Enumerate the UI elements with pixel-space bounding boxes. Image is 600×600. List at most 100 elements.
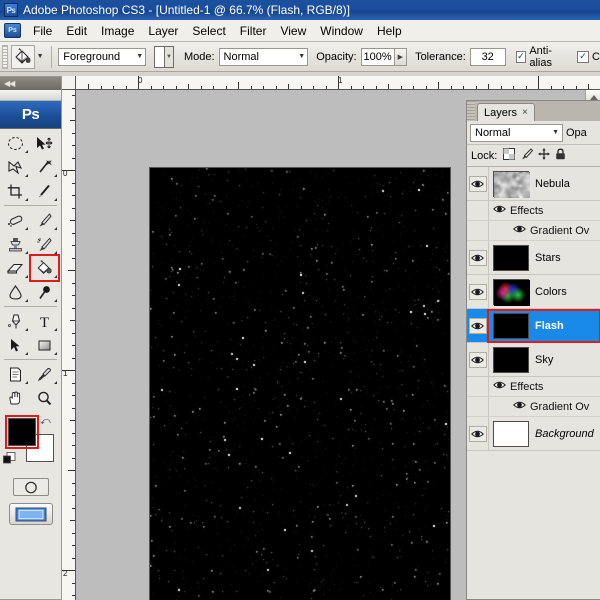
hand-tool[interactable] <box>1 386 30 410</box>
layer-row-background[interactable]: Background <box>467 417 600 451</box>
layer-row-nebula[interactable]: Nebula <box>467 167 600 201</box>
tool-more-triangle <box>25 381 28 384</box>
panel-grip[interactable] <box>467 101 475 121</box>
shape-tool[interactable] <box>30 333 59 357</box>
lasso-tool[interactable] <box>1 155 30 179</box>
layer-effects-row[interactable]: Effects <box>467 377 600 397</box>
layer-row-flash[interactable]: Flash <box>467 309 600 343</box>
blend-mode-select[interactable]: Normal ▼ <box>218 47 309 66</box>
effects-visibility-spacer <box>467 377 489 396</box>
menu-item-select[interactable]: Select <box>185 22 232 40</box>
layer-thumbnail[interactable] <box>493 278 530 306</box>
layer-thumbnail[interactable] <box>493 312 529 339</box>
layer-thumbnail[interactable] <box>493 346 529 373</box>
opacity-slider-button[interactable]: ▶ <box>394 47 408 66</box>
layer-row-colors[interactable]: Colors <box>467 275 600 309</box>
eraser-tool[interactable] <box>1 256 30 280</box>
chevron-down-icon[interactable]: ▼ <box>163 46 173 67</box>
layer-blend-mode-select[interactable]: Normal ▼ <box>470 123 563 142</box>
eye-icon[interactable] <box>493 204 506 217</box>
tool-more-triangle <box>25 328 28 331</box>
paint-bucket-tool[interactable] <box>29 254 60 282</box>
layer-visibility-toggle[interactable] <box>467 241 489 274</box>
move-tool[interactable] <box>30 131 59 155</box>
fill-source-select[interactable]: Foreground ▼ <box>58 47 147 66</box>
tolerance-input[interactable]: 32 <box>469 47 506 66</box>
slice-tool[interactable] <box>30 179 59 203</box>
horizontal-ruler[interactable]: 0 1 <box>76 76 600 90</box>
menu-item-image[interactable]: Image <box>94 22 141 40</box>
lock-position-icon[interactable] <box>538 148 550 163</box>
lock-all-icon[interactable] <box>555 148 566 163</box>
ruler-corner[interactable] <box>62 76 76 90</box>
blur-tool[interactable] <box>30 280 59 304</box>
menu-item-filter[interactable]: Filter <box>233 22 274 40</box>
marquee-tool[interactable] <box>1 131 30 155</box>
tab-layers[interactable]: Layers × <box>477 103 535 121</box>
pattern-swatch-picker[interactable]: ▼ <box>154 45 174 68</box>
vertical-ruler[interactable]: 0 1 2 <box>62 90 76 600</box>
tool-more-triangle <box>54 227 57 230</box>
menu-item-layer[interactable]: Layer <box>141 22 185 40</box>
menu-item-edit[interactable]: Edit <box>59 22 94 40</box>
layer-visibility-toggle[interactable] <box>467 309 489 342</box>
effects-visibility-spacer <box>467 221 489 240</box>
layer-visibility-toggle[interactable] <box>467 167 489 200</box>
layer-row-sky[interactable]: Sky <box>467 343 600 377</box>
app-menu-icon[interactable]: Ps <box>4 23 21 38</box>
opacity-input[interactable]: 100% <box>360 47 395 66</box>
menu-item-file[interactable]: File <box>26 22 59 40</box>
quick-mask-toggle[interactable] <box>0 478 61 496</box>
history-brush-tool[interactable] <box>30 232 59 256</box>
eyedropper-tool[interactable] <box>30 362 59 386</box>
menu-item-view[interactable]: View <box>273 22 313 40</box>
fill-source-value: Foreground <box>63 50 121 63</box>
eye-icon[interactable] <box>513 224 526 237</box>
screen-mode-button[interactable] <box>0 503 61 525</box>
image-canvas[interactable] <box>150 168 450 600</box>
gradient-tool[interactable] <box>1 280 30 304</box>
eye-icon[interactable] <box>513 400 526 413</box>
paint-bucket-icon[interactable] <box>11 44 35 69</box>
layer-visibility-toggle[interactable] <box>467 417 489 450</box>
collapse-icon[interactable]: ◀◀ <box>4 79 15 88</box>
layer-row-stars[interactable]: Stars <box>467 241 600 275</box>
crop-tool[interactable] <box>1 179 30 203</box>
close-icon[interactable]: × <box>522 107 528 118</box>
layer-thumbnail[interactable] <box>493 420 529 447</box>
brush-tool[interactable] <box>30 208 59 232</box>
layer-visibility-toggle[interactable] <box>467 275 489 308</box>
path-selection-tool[interactable] <box>1 333 30 357</box>
layer-visibility-toggle[interactable] <box>467 343 489 376</box>
healing-brush-tool[interactable] <box>1 208 30 232</box>
default-colors-icon[interactable] <box>3 452 16 465</box>
layer-effects-row[interactable]: Effects <box>467 201 600 221</box>
menu-item-window[interactable]: Window <box>313 22 370 40</box>
zoom-tool[interactable] <box>30 386 59 410</box>
notes-tool[interactable] <box>1 362 30 386</box>
menu-item-help[interactable]: Help <box>370 22 409 40</box>
tool-more-triangle <box>54 352 57 355</box>
quick-mask-icon <box>12 478 49 496</box>
layer-thumbnail[interactable] <box>493 170 530 198</box>
tool-more-triangle <box>25 174 28 177</box>
anti-alias-checkbox[interactable]: ✓ Anti-alias <box>515 45 569 69</box>
options-bar-grip[interactable] <box>2 44 9 69</box>
contiguous-checkbox[interactable]: ✓ C <box>577 50 600 63</box>
toolbox-grip[interactable] <box>0 90 61 101</box>
layer-effect-row[interactable]: Gradient Ov <box>467 397 600 417</box>
swap-colors-icon[interactable]: ⤺ <box>40 416 51 427</box>
lock-image-icon[interactable] <box>520 148 534 163</box>
checkbox-checked-icon: ✓ <box>577 50 590 63</box>
eye-icon[interactable] <box>493 380 506 393</box>
layer-effect-row[interactable]: Gradient Ov <box>467 221 600 241</box>
lock-transparent-icon[interactable] <box>503 148 516 163</box>
type-tool[interactable]: T <box>30 309 59 333</box>
tool-more-triangle <box>25 352 28 355</box>
toolbox-title-bar[interactable]: ◀◀ <box>0 77 61 90</box>
tool-preset-dropdown[interactable]: ▼ <box>35 46 46 68</box>
clone-stamp-tool[interactable] <box>1 232 30 256</box>
magic-wand-tool[interactable] <box>30 155 59 179</box>
layer-thumbnail[interactable] <box>493 244 529 271</box>
pen-tool[interactable] <box>1 309 30 333</box>
